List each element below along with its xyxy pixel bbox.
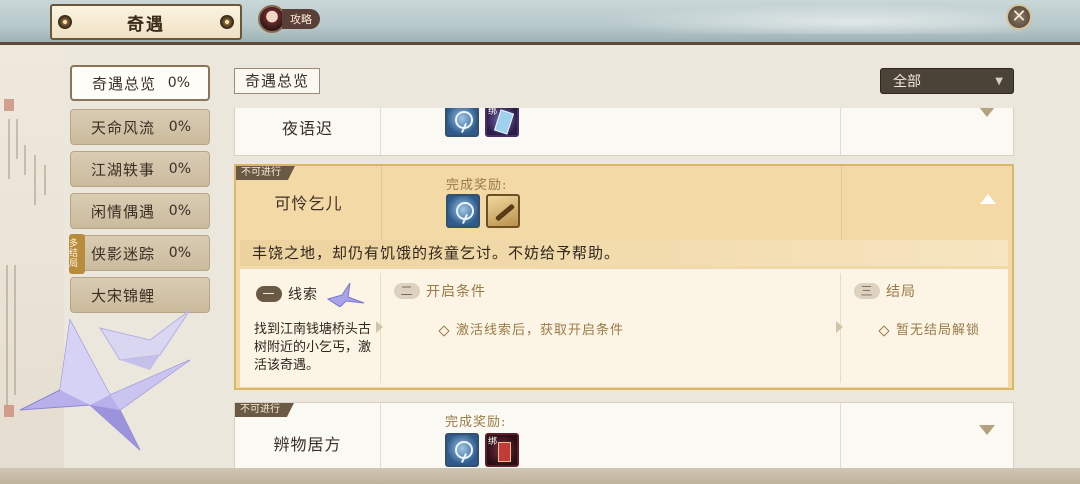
- encounter-description: 丰饶之地，却仍有饥饿的孩童乞讨。不妨给予帮助。: [240, 240, 1008, 266]
- reward-label: 完成奖励:: [445, 415, 507, 430]
- window-title-tab: 奇遇: [50, 4, 242, 40]
- expand-arrow-icon[interactable]: [979, 425, 995, 435]
- encounter-list[interactable]: 夜语迟 绑 不可进行 可怜乞儿 完成奖励: 丰饶之地，却仍有饥饿的孩童乞讨。不妨…: [234, 108, 1014, 484]
- condition-text: 激活线索后，获取开启条件: [438, 319, 624, 338]
- clue-text: 找到江南钱塘桥头古树附近的小乞丐，激活该奇遇。: [254, 322, 372, 373]
- reward-item-icon[interactable]: [446, 194, 480, 228]
- encounter-card[interactable]: 夜语迟 绑: [234, 108, 1014, 156]
- reward-item-icon[interactable]: [445, 433, 479, 467]
- menu-item-anecdotes[interactable]: 江湖轶事 0%: [70, 151, 210, 187]
- filter-dropdown[interactable]: 全部 ▼: [880, 68, 1014, 94]
- menu-item-shadow[interactable]: 多结局 侠影迷踪 0%: [69, 234, 210, 274]
- bottom-border: [0, 468, 1080, 484]
- menu-item-overview[interactable]: 奇遇总览 0%: [70, 65, 210, 101]
- encounter-card-expanded[interactable]: 不可进行 可怜乞儿 完成奖励: 丰饶之地，却仍有饥饿的孩童乞讨。不妨给予帮助。 …: [234, 164, 1014, 390]
- sky-decoration: [600, 4, 1020, 34]
- status-badge: 不可进行: [236, 166, 295, 180]
- collapse-arrow-icon[interactable]: [980, 194, 996, 204]
- guide-label: 攻略: [282, 9, 320, 29]
- reward-card-icon[interactable]: 绑: [485, 433, 519, 467]
- reward-scroll-icon[interactable]: [486, 194, 520, 228]
- menu-item-fate[interactable]: 天命风流 0%: [70, 109, 210, 145]
- caret-down-icon: ▼: [995, 76, 1003, 87]
- encounter-steps: 一 线索 找到江南钱塘桥头古树附近的小乞丐，激活该奇遇。 二 开启条件 激活线索…: [240, 268, 1008, 387]
- status-badge: 不可进行: [235, 403, 294, 417]
- reward-card-icon[interactable]: 绑: [485, 108, 519, 137]
- seal-stamp-icon: [4, 99, 14, 111]
- crane-icon: [326, 282, 365, 307]
- ornament-icon: [58, 15, 72, 29]
- step-clue-header: 一 线索: [256, 281, 366, 307]
- diamond-icon: [438, 324, 450, 337]
- reward-item-icon[interactable]: [445, 108, 479, 137]
- guide-button[interactable]: 攻略: [258, 5, 320, 33]
- reward-label: 完成奖励:: [446, 178, 508, 193]
- close-button[interactable]: ✕: [1006, 4, 1032, 30]
- step-condition-header: 二 开启条件: [394, 281, 486, 301]
- window-title: 奇遇: [127, 14, 165, 35]
- ending-text: 暂无结局解锁: [878, 319, 980, 338]
- diamond-icon: [878, 324, 890, 337]
- paper-crane-decoration: [19, 309, 191, 451]
- close-icon: ✕: [1011, 6, 1027, 27]
- multi-ending-badge: 多结局: [69, 234, 85, 274]
- menu-item-leisure[interactable]: 闲情偶遇 0%: [70, 193, 210, 229]
- encounter-name: 可怜乞儿: [274, 194, 343, 213]
- encounter-name: 夜语迟: [281, 119, 333, 138]
- top-bar: 奇遇 攻略 ✕: [0, 0, 1080, 45]
- encounter-name: 辨物居方: [273, 435, 342, 454]
- ornament-icon: [220, 15, 234, 29]
- section-title: 奇遇总览: [234, 68, 321, 94]
- crane-small-icon: [98, 309, 191, 361]
- step-ending-header: 三 结局: [854, 281, 916, 301]
- expand-arrow-icon[interactable]: [979, 108, 995, 117]
